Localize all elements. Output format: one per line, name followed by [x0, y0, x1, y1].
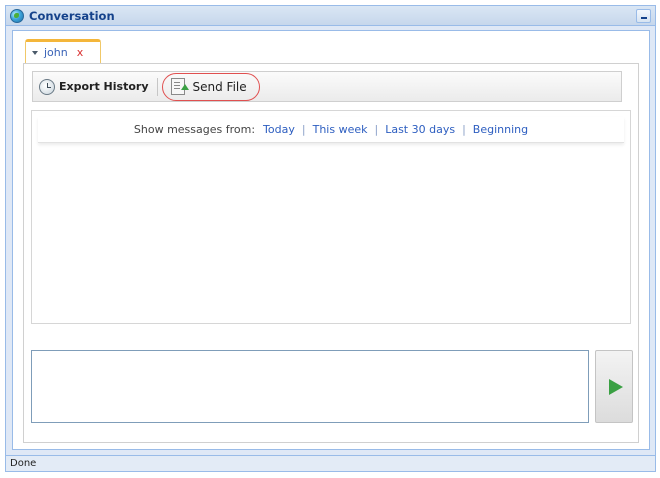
- chevron-down-icon[interactable]: [32, 50, 38, 55]
- send-file-label: Send File: [192, 79, 247, 94]
- tab-body: Export History Send File Show messages f…: [23, 63, 639, 443]
- export-history-icon: [39, 78, 55, 95]
- filter-last-30-days-link[interactable]: Last 30 days: [385, 123, 455, 136]
- window-title: Conversation: [29, 8, 115, 23]
- globe-icon: [10, 8, 24, 23]
- minimize-button[interactable]: [636, 9, 651, 23]
- filter-separator: |: [301, 123, 306, 136]
- filter-separator: |: [374, 123, 379, 136]
- filter-today-link[interactable]: Today: [263, 123, 295, 136]
- history-filter-bar: Show messages from: Today | This week | …: [38, 117, 624, 143]
- filter-label: Show messages from:: [133, 123, 256, 136]
- conversation-panel: john x Export History Send File Show mes…: [12, 30, 650, 450]
- message-input[interactable]: [31, 350, 589, 423]
- title-bar: Conversation: [6, 6, 655, 26]
- conversation-window: Conversation john x Export History Send …: [5, 5, 656, 472]
- tab-close-button[interactable]: x: [77, 46, 84, 59]
- export-history-button[interactable]: Export History: [33, 75, 155, 99]
- export-history-label: Export History: [59, 80, 149, 93]
- status-text: Done: [10, 458, 37, 469]
- tab-john[interactable]: john x: [25, 39, 101, 63]
- send-file-icon: [170, 78, 189, 95]
- filter-this-week-link[interactable]: This week: [313, 123, 368, 136]
- send-arrow-icon: [609, 379, 623, 395]
- filter-beginning-link[interactable]: Beginning: [473, 123, 528, 136]
- send-message-button[interactable]: [595, 350, 633, 423]
- filter-separator: |: [462, 123, 466, 136]
- send-file-button[interactable]: Send File: [161, 72, 260, 101]
- toolbar-separator: [156, 77, 158, 96]
- status-bar: Done: [6, 455, 655, 471]
- toolbar: Export History Send File: [32, 71, 622, 102]
- message-history: Show messages from: Today | This week | …: [31, 110, 631, 324]
- tab-label[interactable]: john: [44, 46, 68, 59]
